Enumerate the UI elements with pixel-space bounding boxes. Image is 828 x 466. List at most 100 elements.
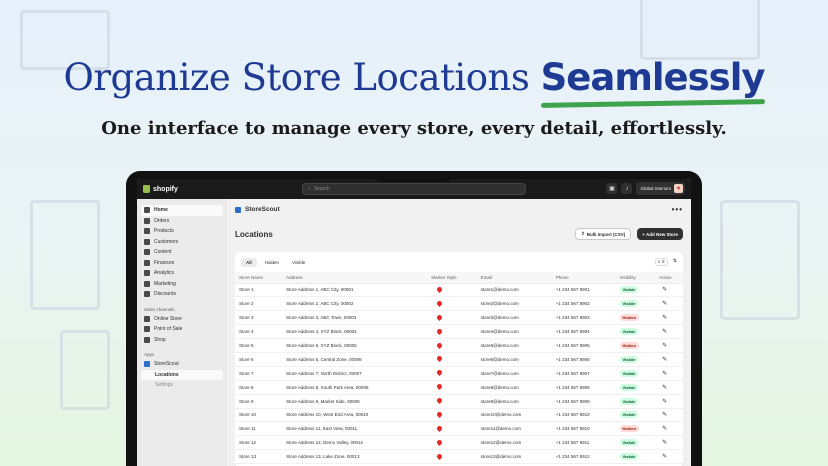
table-row[interactable]: Store 2 Store Address 2, ABC City, 00002 s… (235, 296, 683, 312)
edit-icon[interactable]: ✎ (662, 426, 667, 432)
search-input[interactable]: ⌕ Search (302, 183, 526, 195)
action-cell: ✎ (655, 310, 683, 326)
visibility-cell: Visible (615, 324, 656, 340)
sidebar-item-analytics[interactable]: Analytics (141, 268, 223, 279)
map-decoration (60, 330, 110, 410)
address-cell: Store Address 9, Market Side, 00009 (282, 394, 428, 409)
store-icon[interactable]: ▣ (606, 183, 618, 194)
sidebar-item-products[interactable]: Products (141, 226, 223, 237)
sidebar-item-shop[interactable]: Shop (141, 335, 223, 346)
topbar-actions: ▣ ♪ Global Interiors ♥ (606, 182, 685, 195)
sidebar-item-storescout[interactable]: StoreScout (141, 359, 223, 370)
store-switcher[interactable]: Global Interiors ♥ (636, 182, 685, 195)
sidebar-item-online-store[interactable]: Online Store (141, 314, 223, 325)
admin-screen: shopify ⌕ Search ▣ ♪ Global Interiors ♥ Ho… (137, 179, 691, 466)
map-pin-icon (436, 285, 444, 293)
sidebar-item-home[interactable]: Home (141, 205, 223, 216)
status-badge: Hidden (619, 425, 640, 433)
table-row[interactable]: Store 3 Store Address 3, ABC Town, 00003 s… (235, 310, 683, 326)
edit-icon[interactable]: ✎ (662, 357, 667, 363)
sidebar-subitem-settings[interactable]: Settings (141, 380, 223, 391)
table-tools: ⌕ ≡ ⇅ (654, 258, 677, 266)
storescout-icon (144, 361, 150, 368)
edit-icon[interactable]: ✎ (662, 287, 667, 293)
table-row[interactable]: Store 13 Store Address 13, Lake Zone, 000… (235, 449, 683, 465)
email-cell: store2@demo.com (476, 296, 552, 312)
store-name-cell: Store 3 (235, 310, 283, 326)
column-header-action: Action (655, 272, 683, 284)
sidebar-item-finances[interactable]: Finances (141, 258, 223, 269)
phone-cell: +1 234 567 8905 (551, 338, 616, 353)
table-row[interactable]: Store 4 Store Address 4, XYZ Block, 00004… (235, 324, 683, 340)
table-row[interactable]: Store 1 Store Address 1, ABC City, 00001 s… (235, 283, 683, 298)
map-pin-icon (436, 313, 444, 321)
tab-visible[interactable]: Visible (287, 258, 310, 267)
shop-icon (144, 336, 150, 343)
sidebar-item-label: Marketing (154, 280, 176, 287)
email-cell: store10@demo.com (476, 408, 552, 423)
email-cell: store12@demo.com (476, 435, 552, 451)
address-cell: Store Address 5, XYZ Block, 00005 (282, 338, 428, 353)
more-actions-button[interactable]: ••• (672, 205, 683, 214)
edit-icon[interactable]: ✎ (662, 371, 667, 377)
phone-cell: +1 234 567 8911 (551, 435, 616, 451)
sidebar-item-discounts[interactable]: Discounts (141, 289, 223, 300)
sidebar-item-label: Products (154, 228, 174, 235)
email-cell: store11@demo.com (476, 421, 552, 437)
phone-cell: +1 234 567 8904 (551, 324, 616, 340)
sidebar-item-point-of-sale[interactable]: Point of Sale (141, 324, 223, 335)
action-cell: ✎ (655, 283, 683, 298)
table-row[interactable]: Store 9 Store Address 9, Market Side, 000… (235, 394, 683, 409)
shopify-logo[interactable]: shopify (143, 185, 178, 193)
search-filter-icon[interactable]: ⌕ ≡ (654, 258, 668, 266)
table-row[interactable]: Store 8 Store Address 8, South Park Area,… (235, 380, 683, 395)
table-row[interactable]: Store 7 Store Address 7, North District, … (235, 366, 683, 381)
edit-icon[interactable]: ✎ (662, 399, 667, 405)
table-row[interactable]: Store 12 Store Address 12, Demo Valley, 0… (235, 435, 683, 451)
discounts-icon (144, 291, 150, 298)
map-pin-icon (436, 383, 444, 391)
sidebar-item-customers[interactable]: Customers (141, 237, 223, 248)
sidebar-item-content[interactable]: Content (141, 247, 223, 258)
edit-icon[interactable]: ✎ (662, 440, 667, 446)
store-name-cell: Store 13 (235, 449, 283, 465)
table-row[interactable]: Store 11 Store Address 11, East View, 000… (235, 421, 683, 437)
map-pin-icon (436, 397, 444, 405)
edit-icon[interactable]: ✎ (662, 454, 667, 460)
map-pin-icon (436, 438, 444, 446)
map-decoration (720, 200, 800, 320)
locations-table: Store Name Address Marker Style Email Phone V… (235, 272, 683, 465)
store-name-cell: Store 2 (235, 296, 283, 312)
sidebar-item-orders[interactable]: Orders (141, 216, 223, 227)
edit-icon[interactable]: ✎ (662, 412, 667, 418)
sidebar-item-marketing[interactable]: Marketing (141, 279, 223, 290)
tab-all[interactable]: All (241, 257, 257, 267)
store-name-cell: Store 1 (235, 283, 283, 298)
store-name-cell: Store 11 (235, 421, 283, 437)
sidebar-item-label: Customers (154, 238, 179, 245)
store-name-cell: Store 6 (235, 352, 283, 367)
edit-icon[interactable]: ✎ (662, 329, 667, 335)
tab-hidden[interactable]: Hidden (260, 258, 284, 267)
edit-icon[interactable]: ✎ (662, 315, 667, 321)
store-name-cell: Store 4 (235, 324, 283, 340)
table-row[interactable]: Store 5 Store Address 5, XYZ Block, 00005… (235, 338, 683, 353)
edit-icon[interactable]: ✎ (662, 385, 667, 391)
add-new-store-button[interactable]: + Add New Store (637, 228, 683, 240)
bulk-import-button[interactable]: ⇪ Bulk Import (CSV) (574, 228, 632, 240)
visibility-cell: Hidden (615, 338, 656, 353)
status-badge: Visible (619, 300, 639, 308)
edit-icon[interactable]: ✎ (662, 301, 667, 307)
sidebar-subitem-locations[interactable]: Locations (141, 369, 223, 380)
table-header-row: Store Name Address Marker Style Email Phone V… (235, 272, 683, 284)
bell-icon[interactable]: ♪ (621, 183, 633, 194)
column-header-visibility: Visibility (615, 272, 656, 284)
avatar: ♥ (674, 184, 683, 193)
sort-icon[interactable]: ⇅ (673, 258, 677, 266)
table-row[interactable]: Store 6 Store Address 6, Central Zone, 00… (235, 352, 683, 367)
visibility-cell: Hidden (615, 421, 656, 437)
sidebar-item-label: StoreScout (154, 361, 179, 368)
table-row[interactable]: Store 10 Store Address 10, West End Area,… (235, 408, 683, 423)
table-body: Store 1 Store Address 1, ABC City, 00001 s… (235, 283, 683, 465)
edit-icon[interactable]: ✎ (662, 343, 667, 349)
